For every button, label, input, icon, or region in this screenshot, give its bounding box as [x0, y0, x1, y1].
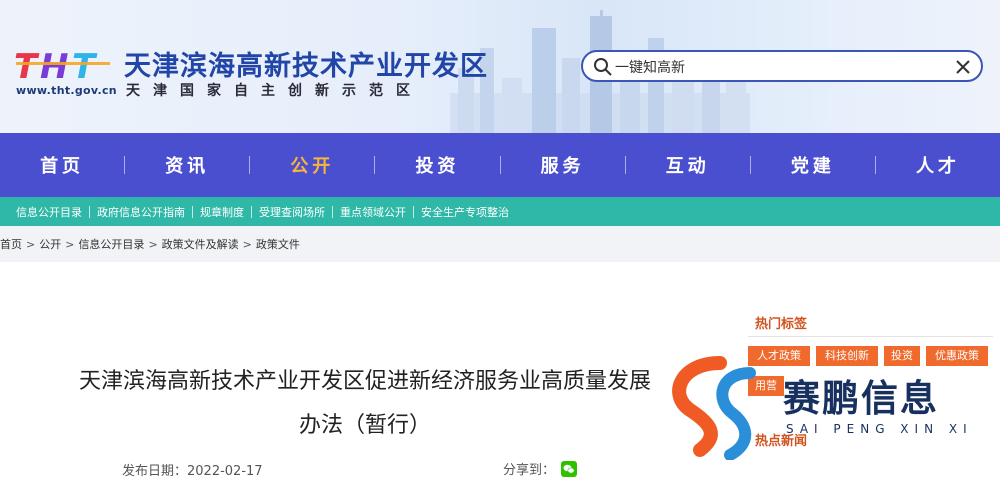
breadcrumb-info-catalog[interactable]: 信息公开目录	[78, 236, 144, 252]
nav-item-service[interactable]: 服务	[501, 152, 625, 178]
sub-nav-separator	[332, 205, 333, 218]
breadcrumb-public[interactable]: 公开	[39, 236, 61, 252]
breadcrumb-separator: >	[148, 237, 158, 251]
sub-nav-safety[interactable]: 安全生产专项整治	[421, 204, 509, 220]
nav-item-news[interactable]: 资讯	[125, 152, 249, 178]
article-title-line1: 天津滨海高新技术产业开发区促进新经济服务业高质量发展	[78, 369, 651, 394]
svg-text:H: H	[40, 48, 68, 84]
site-subtitle: 天津国家自主创新示范区	[126, 83, 423, 99]
nav-item-home[interactable]: 首页	[0, 152, 124, 178]
article-title: 天津滨海高新技术产业开发区促进新经济服务业高质量发展 办法（暂行）	[20, 360, 710, 448]
sub-nav-info-catalog[interactable]: 信息公开目录	[16, 204, 82, 220]
site-title: 天津滨海高新技术产业开发区	[124, 51, 488, 82]
breadcrumb-home[interactable]: 首页	[0, 236, 22, 252]
sub-nav-separator	[251, 205, 252, 218]
svg-text:T: T	[14, 48, 40, 84]
site-url: www.tht.gov.cn	[16, 84, 117, 97]
sub-nav: 信息公开目录 政府信息公开指南 规章制度 受理查阅场所 重点领域公开 安全生产专…	[0, 197, 1000, 226]
nav-item-interaction[interactable]: 互动	[626, 152, 750, 178]
nav-item-public[interactable]: 公开	[250, 152, 374, 178]
breadcrumb: 首页 > 公开 > 信息公开目录 > 政策文件及解读 > 政策文件	[0, 226, 1000, 262]
publish-date: 发布日期：2022-02-17	[122, 460, 263, 479]
main-nav: 首页 资讯 公开 投资 服务 互动 党建 人才	[0, 133, 1000, 197]
breadcrumb-policy-docs[interactable]: 政策文件	[256, 236, 300, 252]
article-title-line2: 办法（暂行）	[298, 413, 431, 438]
search-input[interactable]	[615, 56, 945, 78]
sub-nav-regulations[interactable]: 规章制度	[200, 204, 244, 220]
watermark-text: 赛鹏信息	[783, 377, 939, 420]
tht-logo[interactable]: T H T	[14, 48, 116, 84]
close-icon[interactable]	[953, 57, 973, 77]
sub-nav-reading-place[interactable]: 受理查阅场所	[259, 204, 325, 220]
sub-nav-separator	[413, 205, 414, 218]
sub-nav-separator	[192, 205, 193, 218]
share-bar: 分享到：	[503, 459, 578, 478]
sub-nav-guide[interactable]: 政府信息公开指南	[97, 204, 185, 220]
breadcrumb-separator: >	[65, 237, 75, 251]
search-box	[581, 50, 983, 82]
nav-item-talent[interactable]: 人才	[876, 152, 1000, 178]
sidebar-divider	[748, 336, 993, 337]
search-icon[interactable]	[593, 57, 613, 77]
nav-item-investment[interactable]: 投资	[375, 152, 499, 178]
svg-text:T: T	[72, 48, 98, 84]
sub-nav-separator	[89, 205, 90, 218]
publish-date-label: 发布日期：	[122, 464, 188, 479]
breadcrumb-separator: >	[26, 237, 36, 251]
breadcrumb-separator: >	[242, 237, 252, 251]
share-label: 分享到：	[503, 463, 556, 478]
site-header: T H T www.tht.gov.cn 天津滨海高新技术产业开发区 天津国家自…	[0, 0, 1000, 133]
wechat-icon[interactable]	[561, 460, 578, 477]
nav-item-party[interactable]: 党建	[751, 152, 875, 178]
sub-nav-key-areas[interactable]: 重点领域公开	[340, 204, 406, 220]
watermark-subtext: SAI PENG XIN XI	[786, 422, 973, 436]
breadcrumb-policy-docs-interpretation[interactable]: 政策文件及解读	[162, 236, 239, 252]
publish-date-value: 2022-02-17	[187, 464, 263, 479]
hot-tags-title: 热门标签	[755, 317, 808, 332]
